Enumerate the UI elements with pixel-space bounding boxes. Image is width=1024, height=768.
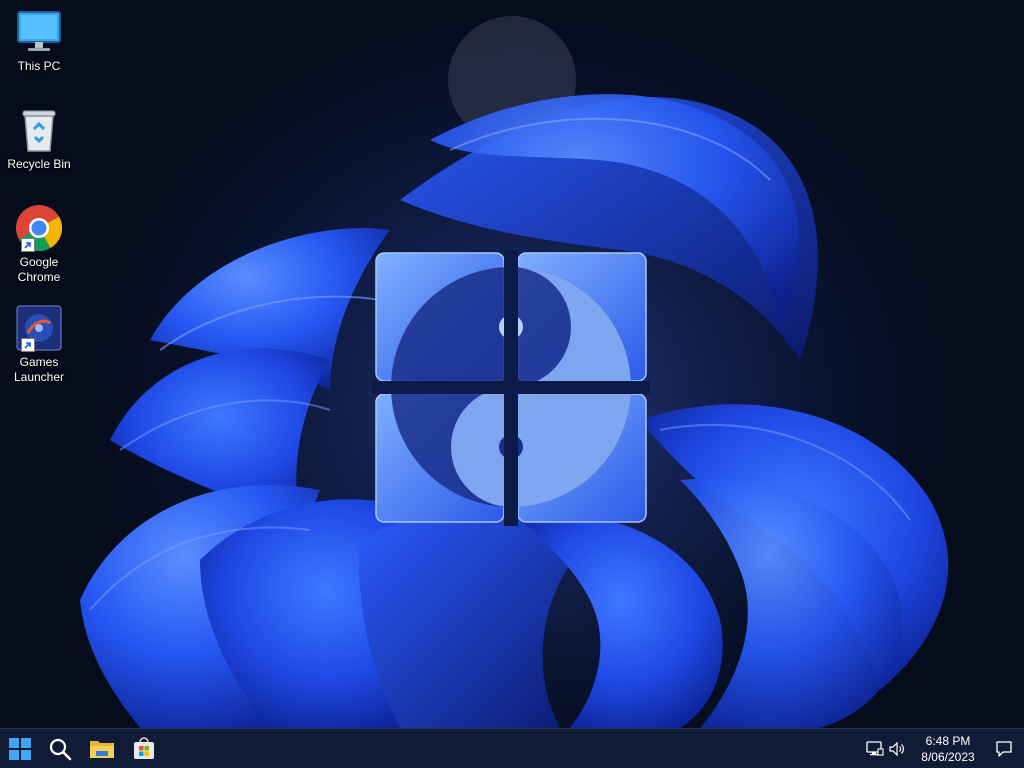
file-explorer-button[interactable] <box>86 733 118 765</box>
notification-center-button[interactable] <box>988 733 1020 765</box>
recycle-bin-icon <box>15 106 63 154</box>
microsoft-store-button[interactable] <box>128 733 160 765</box>
wallpaper-bloom-graphic <box>80 16 949 728</box>
desktop-icon-games-launcher[interactable]: Games Launcher <box>4 304 74 385</box>
volume-icon <box>889 741 904 757</box>
start-button[interactable] <box>4 733 36 765</box>
games-launcher-icon <box>15 304 63 352</box>
folder-icon <box>90 741 114 758</box>
notification-icon <box>996 741 1012 757</box>
taskbar-clock[interactable]: 6:48 PM 8/06/2023 <box>912 731 984 767</box>
desktop-icon-label: Recycle Bin <box>7 157 71 171</box>
desktop-icon-label: This PC <box>17 59 61 73</box>
shortcut-arrow-icon <box>21 338 35 352</box>
desktop-icon-label: Games Launcher <box>13 355 65 384</box>
shortcut-arrow-icon <box>21 238 35 252</box>
center-logo <box>372 250 650 526</box>
search-button[interactable] <box>44 733 76 765</box>
taskbar: 6:48 PM 8/06/2023 <box>0 728 1024 768</box>
chrome-icon <box>15 204 63 252</box>
desktop-icon-label: Google Chrome <box>17 255 61 284</box>
desktop-icon-google-chrome[interactable]: Google Chrome <box>4 204 74 285</box>
clock-date: 8/06/2023 <box>921 750 975 764</box>
desktop-icon-this-pc[interactable]: This PC <box>4 8 74 74</box>
windows-logo-icon <box>9 738 31 760</box>
desktop-icon-recycle-bin[interactable]: Recycle Bin <box>4 106 74 172</box>
desktop-wallpaper <box>0 0 1024 728</box>
system-tray-quick-settings[interactable] <box>862 733 910 765</box>
network-icon <box>866 741 884 756</box>
store-icon <box>134 737 154 759</box>
search-icon <box>49 738 72 761</box>
monitor-icon <box>15 8 63 56</box>
clock-time: 6:48 PM <box>925 734 971 748</box>
